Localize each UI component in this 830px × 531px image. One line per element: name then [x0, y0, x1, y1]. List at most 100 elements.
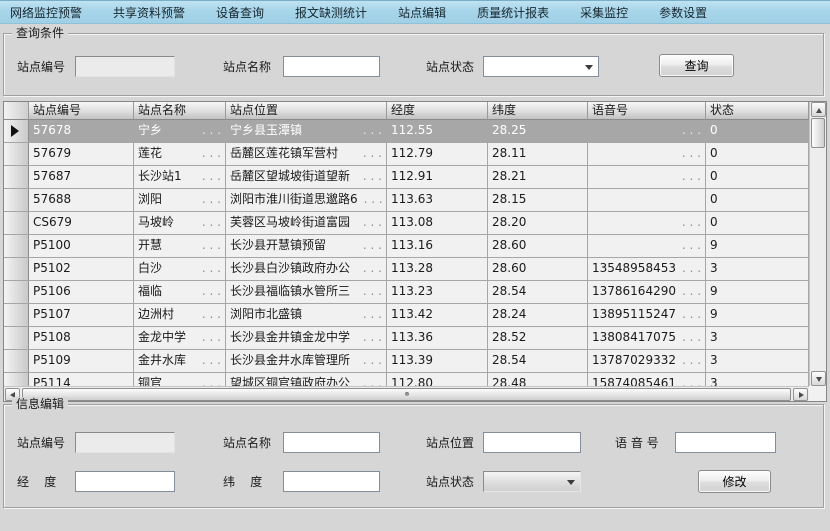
cell-status[interactable]: 9: [706, 281, 809, 303]
table-row[interactable]: P5114铜官. . .望城区铜官镇政府办公. . .112.8028.4815…: [4, 373, 809, 386]
ellipsis-button[interactable]: . . .: [202, 281, 221, 303]
cell-status[interactable]: 9: [706, 235, 809, 257]
column-header-lon[interactable]: 经度: [387, 102, 488, 120]
cell-name[interactable]: 白沙. . .: [134, 258, 226, 280]
ellipsis-button[interactable]: . . .: [202, 258, 221, 280]
ellipsis-button[interactable]: . . .: [202, 212, 221, 234]
table-row[interactable]: P5108金龙中学. . .长沙县金井镇金龙中学. . .113.3628.52…: [4, 327, 809, 350]
ellipsis-button[interactable]: . . .: [363, 120, 382, 142]
column-header-id[interactable]: 站点编号: [29, 102, 134, 120]
cell-lat[interactable]: 28.60: [488, 258, 588, 280]
cell-lon[interactable]: 113.23: [387, 281, 488, 303]
horizontal-scroll-thumb[interactable]: [22, 388, 791, 401]
ellipsis-button[interactable]: . . .: [363, 327, 382, 349]
edit-lat-input[interactable]: [283, 471, 380, 492]
table-row[interactable]: P5100开慧. . .长沙县开慧镇预留. . .113.1628.60. . …: [4, 235, 809, 258]
vertical-scrollbar[interactable]: [809, 102, 826, 386]
cell-lon[interactable]: 112.79: [387, 143, 488, 165]
column-header-name[interactable]: 站点名称: [134, 102, 226, 120]
ellipsis-button[interactable]: . . .: [363, 212, 382, 234]
cell-name[interactable]: 马坡岭. . .: [134, 212, 226, 234]
cell-lon[interactable]: 113.42: [387, 304, 488, 326]
cell-lon[interactable]: 112.55: [387, 120, 488, 142]
ellipsis-button[interactable]: . . .: [682, 166, 701, 188]
ellipsis-button[interactable]: . . .: [363, 350, 382, 372]
cell-voice[interactable]: 13808417075. . .: [588, 327, 706, 349]
grid-corner-cell[interactable]: [4, 102, 29, 120]
table-row[interactable]: 57688浏阳. . .浏阳市淮川街道思邈路6. . .113.6328.150: [4, 189, 809, 212]
row-header[interactable]: [4, 235, 29, 257]
menu-item-network-monitoring-alert[interactable]: 网络监控预警: [10, 4, 82, 21]
row-header[interactable]: [4, 304, 29, 326]
ellipsis-button[interactable]: . . .: [682, 350, 701, 372]
row-header[interactable]: [4, 120, 29, 142]
ellipsis-button[interactable]: . . .: [363, 166, 382, 188]
cell-id[interactable]: P5109: [29, 350, 134, 372]
cell-lat[interactable]: 28.11: [488, 143, 588, 165]
cell-loc[interactable]: 浏阳市北盛镇. . .: [226, 304, 387, 326]
edit-voice-input[interactable]: [675, 432, 776, 453]
cell-voice[interactable]: 13895115247. . .: [588, 304, 706, 326]
cell-status[interactable]: 3: [706, 258, 809, 280]
row-header[interactable]: [4, 258, 29, 280]
edit-station-loc-input[interactable]: [483, 432, 581, 453]
cell-lat[interactable]: 28.48: [488, 373, 588, 386]
table-row[interactable]: 57679莲花. . .岳麓区莲花镇军营村. . .112.7928.11. .…: [4, 143, 809, 166]
table-row[interactable]: CS679马坡岭. . .芙蓉区马坡岭街道富园. . .113.0828.20.…: [4, 212, 809, 235]
table-row[interactable]: P5109金井水库. . .长沙县金井水库管理所. . .113.3928.54…: [4, 350, 809, 373]
ellipsis-button[interactable]: . . .: [202, 189, 221, 211]
cell-loc[interactable]: 长沙县福临镇水管所三. . .: [226, 281, 387, 303]
ellipsis-button[interactable]: . . .: [682, 327, 701, 349]
ellipsis-button[interactable]: . . .: [682, 120, 701, 142]
ellipsis-button[interactable]: . . .: [202, 350, 221, 372]
edit-station-status-select[interactable]: [483, 471, 581, 492]
row-header[interactable]: [4, 189, 29, 211]
cell-lat[interactable]: 28.54: [488, 281, 588, 303]
cell-voice[interactable]: . . .: [588, 120, 706, 142]
cell-voice[interactable]: . . .: [588, 166, 706, 188]
table-row[interactable]: 57678宁乡. . .宁乡县玉潭镇. . .112.5528.25. . .0: [4, 120, 809, 143]
ellipsis-button[interactable]: . . .: [682, 212, 701, 234]
cell-id[interactable]: CS679: [29, 212, 134, 234]
cell-name[interactable]: 金龙中学. . .: [134, 327, 226, 349]
cell-status[interactable]: 3: [706, 350, 809, 372]
cell-status[interactable]: 0: [706, 212, 809, 234]
column-header-voice[interactable]: 语音号: [588, 102, 706, 120]
cell-voice[interactable]: 13787029332. . .: [588, 350, 706, 372]
row-header[interactable]: [4, 166, 29, 188]
cell-loc[interactable]: 芙蓉区马坡岭街道富园. . .: [226, 212, 387, 234]
cell-status[interactable]: 3: [706, 373, 809, 386]
cell-status[interactable]: 9: [706, 304, 809, 326]
cell-lat[interactable]: 28.24: [488, 304, 588, 326]
cell-name[interactable]: 开慧. . .: [134, 235, 226, 257]
cell-name[interactable]: 边洲村. . .: [134, 304, 226, 326]
cell-voice[interactable]: . . .: [588, 143, 706, 165]
cell-voice[interactable]: 13786164290. . .: [588, 281, 706, 303]
table-row[interactable]: P5102白沙. . .长沙县白沙镇政府办公. . .113.2828.6013…: [4, 258, 809, 281]
ellipsis-button[interactable]: . . .: [363, 258, 382, 280]
ellipsis-button[interactable]: . . .: [682, 281, 701, 303]
table-row[interactable]: 57687长沙站1. . .岳麓区望城坡街道望新. . .112.9128.21…: [4, 166, 809, 189]
ellipsis-button[interactable]: . . .: [682, 258, 701, 280]
ellipsis-button[interactable]: . . .: [363, 235, 382, 257]
cell-name[interactable]: 铜官. . .: [134, 373, 226, 386]
table-row[interactable]: P5106福临. . .长沙县福临镇水管所三. . .113.2328.5413…: [4, 281, 809, 304]
menu-item-quality-report[interactable]: 质量统计报表: [477, 4, 549, 21]
cell-id[interactable]: P5114: [29, 373, 134, 386]
cell-lon[interactable]: 113.16: [387, 235, 488, 257]
edit-station-id-input[interactable]: [75, 432, 175, 453]
cell-loc[interactable]: 长沙县开慧镇预留. . .: [226, 235, 387, 257]
ellipsis-button[interactable]: . . .: [682, 235, 701, 257]
cell-lat[interactable]: 28.25: [488, 120, 588, 142]
query-station-name-input[interactable]: [283, 56, 380, 77]
query-station-status-select[interactable]: [483, 56, 599, 77]
menu-item-collection-monitor[interactable]: 采集监控: [580, 4, 628, 21]
cell-id[interactable]: 57679: [29, 143, 134, 165]
cell-status[interactable]: 0: [706, 189, 809, 211]
cell-voice[interactable]: [588, 189, 706, 211]
modify-button[interactable]: 修改: [698, 470, 771, 493]
cell-name[interactable]: 莲花. . .: [134, 143, 226, 165]
cell-id[interactable]: 57678: [29, 120, 134, 142]
ellipsis-button[interactable]: . . .: [202, 166, 221, 188]
cell-lat[interactable]: 28.60: [488, 235, 588, 257]
